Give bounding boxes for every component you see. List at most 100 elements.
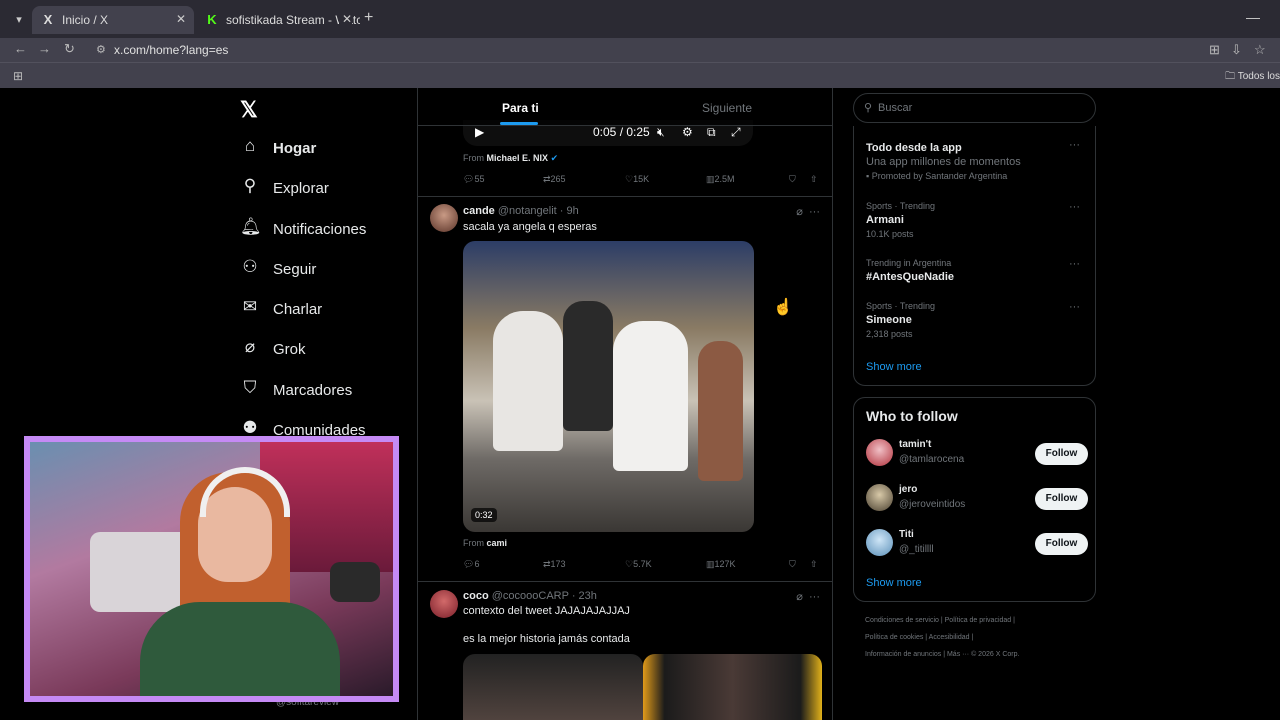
video-time: 0:05 / 0:25 xyxy=(593,125,650,139)
star-icon[interactable]: ☆ xyxy=(1254,42,1266,58)
more-icon[interactable]: ··· xyxy=(1069,301,1080,313)
post-video[interactable]: 0:32 xyxy=(463,241,754,532)
tab-siguiente[interactable]: Siguiente xyxy=(702,101,752,115)
more-icon[interactable]: ··· xyxy=(1069,139,1080,151)
footer-links[interactable]: Política de cookies | Accesibilidad | xyxy=(865,634,1085,641)
post-header: coco @cocoooCARP · 23h xyxy=(463,590,597,602)
post-text: contexto del tweet JAJAJAJAJJAJ xyxy=(463,605,630,617)
post-image[interactable] xyxy=(463,654,643,720)
follow-suggestion[interactable]: jero @jeroveintidos Follow xyxy=(866,484,1088,514)
footer-links[interactable]: Condiciones de servicio | Política de pr… xyxy=(865,617,1085,624)
play-icon[interactable]: ▶ xyxy=(475,125,484,139)
who-to-follow-title: Who to follow xyxy=(866,408,958,424)
views-button[interactable]: ▥ 2.5M xyxy=(706,174,735,185)
show-more-link[interactable]: Show more xyxy=(866,577,922,589)
like-button[interactable]: ♡ 15K xyxy=(625,174,649,185)
post-image[interactable] xyxy=(643,654,822,720)
author-handle[interactable]: @notangelit xyxy=(498,205,557,217)
share-icon[interactable]: ⇧ xyxy=(810,174,818,185)
trend-item[interactable]: Trending in Argentina #AntesQueNadie ··· xyxy=(866,258,1086,283)
tab-para-ti[interactable]: Para ti xyxy=(502,101,539,115)
show-more-link[interactable]: Show more xyxy=(866,361,922,373)
fullscreen-icon[interactable]: ⤢ xyxy=(731,125,741,140)
nav-item-explore[interactable]: ⚲ Explorar xyxy=(240,176,329,204)
nav-item-notifications[interactable]: 🔔︎ Notificaciones xyxy=(240,217,366,245)
trend-item[interactable]: Sports · Trending Simeone 2,318 posts ··… xyxy=(866,301,1086,339)
views-button[interactable]: ▥ 127K xyxy=(706,559,736,570)
author-name[interactable]: cande xyxy=(463,205,495,217)
grok-icon[interactable]: ⌀ xyxy=(796,591,803,603)
avatar[interactable] xyxy=(866,484,893,511)
reload-icon[interactable]: ↻ xyxy=(64,41,75,57)
nav-item-follow[interactable]: ⚇ Seguir xyxy=(240,257,316,285)
new-tab-icon[interactable]: + xyxy=(364,9,373,27)
minimize-icon[interactable]: — xyxy=(1246,9,1260,25)
back-icon[interactable]: ← xyxy=(14,41,27,56)
post-text: sacala ya angela q esperas xyxy=(463,221,597,233)
mail-icon: ✉ xyxy=(242,297,258,316)
bookmark-button[interactable]: ⛉ xyxy=(789,559,796,570)
trend-item[interactable]: Sports · Trending Armani 10.1K posts ··· xyxy=(866,201,1086,239)
x-logo-icon[interactable]: 𝕏 xyxy=(240,97,258,123)
follow-button[interactable]: Follow xyxy=(1035,533,1088,555)
source-name[interactable]: Michael E. NIX xyxy=(487,153,549,163)
tab-list-icon[interactable]: ▾ xyxy=(8,9,30,31)
bookmark-button[interactable]: ⛉ xyxy=(789,174,796,185)
search-input[interactable]: ⚲ Buscar xyxy=(853,93,1096,123)
follow-suggestion[interactable]: tamin't @tamlarocena Follow xyxy=(866,439,1088,469)
more-icon[interactable]: ··· xyxy=(809,206,820,218)
author-name[interactable]: coco xyxy=(463,590,489,602)
follow-suggestion[interactable]: Titi @_titillll Follow xyxy=(866,529,1088,559)
post-menu: ⌀ ··· xyxy=(796,590,820,603)
more-icon[interactable]: ··· xyxy=(1069,201,1080,213)
nav-item-home[interactable]: ⌂ Hogar xyxy=(240,136,316,164)
search-icon: ⚲ xyxy=(243,176,257,195)
apps-grid-icon[interactable]: ⊞ xyxy=(13,69,23,83)
more-icon[interactable]: ··· xyxy=(809,591,820,603)
share-icon[interactable]: ⇧ xyxy=(810,559,818,570)
reply-button[interactable]: 💬︎ 55 xyxy=(463,174,484,185)
grok-icon[interactable]: ⌀ xyxy=(796,206,803,218)
video-figure xyxy=(613,321,688,471)
main-feed: Para ti Siguiente ▶ 0:05 / 0:25 🔇︎ ⚙ ⧉ ⤢… xyxy=(417,88,833,720)
author-handle[interactable]: @cocoooCARP xyxy=(492,590,569,602)
pip-icon[interactable]: ⧉ xyxy=(707,125,716,140)
home-icon: ⌂ xyxy=(244,136,256,155)
more-icon[interactable]: ··· xyxy=(1069,258,1080,270)
nav-item-grok[interactable]: ⌀ Grok xyxy=(240,337,306,365)
reply-button[interactable]: 💬︎ 6 xyxy=(463,559,479,570)
close-icon[interactable]: ✕ xyxy=(176,12,186,26)
repost-button[interactable]: ⇄ 173 xyxy=(543,559,566,570)
avatar[interactable] xyxy=(866,529,893,556)
source-name[interactable]: cami xyxy=(487,538,508,548)
feed-tabs: Para ti Siguiente xyxy=(418,88,832,126)
tab-kick-stream[interactable]: K sofistikada Stream - Watch Live ✕ xyxy=(196,6,360,34)
browser-tabbar: ▾ X Inicio / X ✕ K sofistikada Stream - … xyxy=(0,0,1280,38)
nav-item-bookmarks[interactable]: ⛉ Marcadores xyxy=(240,378,353,406)
nav-item-messages[interactable]: ✉ Charlar xyxy=(240,297,322,325)
follow-button[interactable]: Follow xyxy=(1035,488,1088,510)
search-icon: ⚲ xyxy=(864,102,873,114)
translate-icon[interactable]: ⊞ xyxy=(1209,42,1220,58)
tab-x-home[interactable]: X Inicio / X ✕ xyxy=(32,6,194,34)
add-user-icon: ⚇ xyxy=(242,257,258,276)
avatar[interactable] xyxy=(430,590,458,618)
webcam-overlay xyxy=(24,436,399,702)
settings-icon[interactable]: ⚙ xyxy=(682,125,693,139)
footer-links[interactable]: Información de anuncios | Más ··· © 2026… xyxy=(865,651,1085,658)
trend-item[interactable]: Todo desde la app Una app millones de mo… xyxy=(866,139,1086,181)
site-info-icon[interactable]: ⚙ xyxy=(96,43,106,56)
bookmark-folder[interactable]: 🗀 Todos los xyxy=(1225,69,1280,86)
mute-icon[interactable]: 🔇︎ xyxy=(657,125,665,140)
like-button[interactable]: ♡ 5.7K xyxy=(625,559,652,570)
close-icon[interactable]: ✕ xyxy=(338,12,352,26)
follow-button[interactable]: Follow xyxy=(1035,443,1088,465)
forward-icon[interactable]: → xyxy=(38,41,51,56)
url-text: x.com/home?lang=es xyxy=(114,43,229,57)
post-menu: ⌀ ··· xyxy=(796,205,820,218)
repost-button[interactable]: ⇄ 265 xyxy=(543,174,566,185)
address-bar[interactable]: ⚙ x.com/home?lang=es xyxy=(88,38,1198,62)
avatar[interactable] xyxy=(430,204,458,232)
avatar[interactable] xyxy=(866,439,893,466)
install-icon[interactable]: ⇩ xyxy=(1231,42,1242,58)
